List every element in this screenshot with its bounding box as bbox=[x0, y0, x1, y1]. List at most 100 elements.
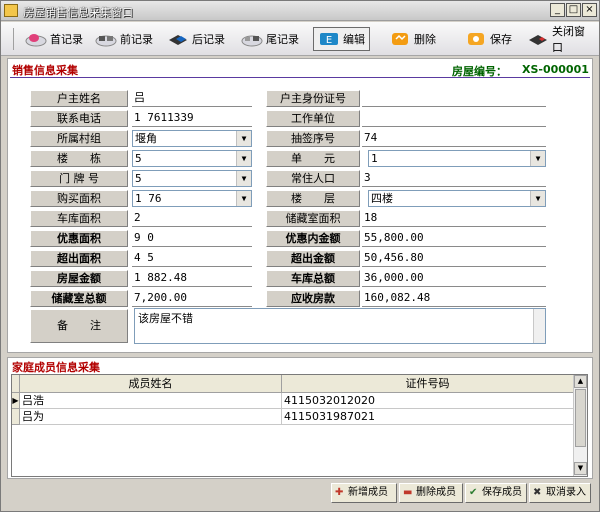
grid-scrollbar[interactable]: ▲ ▼ bbox=[573, 375, 587, 476]
area-select[interactable]: 1 76 ▼ bbox=[132, 190, 252, 207]
cancel-entry-button[interactable]: ✖ 取消录入 bbox=[529, 483, 591, 503]
member-name-cell[interactable]: 吕浩 bbox=[20, 393, 282, 409]
owner-id-field[interactable] bbox=[362, 90, 546, 107]
row-indicator bbox=[12, 409, 20, 425]
chevron-down-icon[interactable]: ▼ bbox=[530, 191, 545, 206]
add-member-button[interactable]: ✚ 新增成员 bbox=[331, 483, 397, 503]
sales-info-title: 销售信息采集 bbox=[12, 64, 78, 77]
storage-total-field[interactable]: 7,200.00 bbox=[132, 290, 252, 307]
building-value: 5 bbox=[135, 152, 142, 165]
last-record-icon bbox=[241, 31, 263, 47]
window-title: 房屋销售信息采集窗口 bbox=[23, 6, 133, 19]
chevron-down-icon[interactable]: ▼ bbox=[236, 131, 251, 146]
delete-button[interactable]: 删除 bbox=[385, 27, 440, 51]
id-number-cell[interactable]: 4115032012020 bbox=[282, 393, 574, 409]
building-label: 楼 栋 bbox=[30, 150, 128, 167]
unit-label: 单 元 bbox=[266, 150, 360, 167]
member-name-cell[interactable]: 吕为 bbox=[20, 409, 282, 425]
house-amount-field[interactable]: 1 882.48 bbox=[132, 270, 252, 287]
svg-text:E: E bbox=[326, 35, 332, 46]
chevron-down-icon[interactable]: ▼ bbox=[236, 191, 251, 206]
chevron-down-icon[interactable]: ▼ bbox=[236, 151, 251, 166]
maximize-button[interactable]: □ bbox=[566, 3, 581, 17]
bottom-button-bar: ✚ 新增成员 ▬ 删除成员 ✔ 保存成员 ✖ 取消录入 bbox=[1, 481, 599, 511]
table-row[interactable]: ▶ 吕浩 4115032012020 bbox=[12, 393, 574, 409]
close-button[interactable]: × bbox=[582, 3, 597, 17]
area-value: 1 76 bbox=[135, 192, 162, 205]
first-record-button[interactable]: 首记录 bbox=[21, 27, 87, 51]
receivable-field[interactable]: 160,082.48 bbox=[362, 290, 546, 307]
prev-record-icon bbox=[95, 31, 117, 47]
garage-area-field[interactable]: 2 bbox=[132, 210, 252, 227]
sales-info-panel: 销售信息采集 房屋编号： XS-000001 户主姓名 吕 户主身份证号 联系电… bbox=[7, 58, 593, 353]
excess-amount-label: 超出金额 bbox=[266, 250, 360, 267]
close-window-icon bbox=[527, 31, 549, 47]
unit-select[interactable]: 1 ▼ bbox=[368, 150, 546, 167]
scroll-up-icon[interactable]: ▲ bbox=[574, 375, 587, 388]
plus-icon: ✚ bbox=[335, 487, 344, 498]
garage-total-field[interactable]: 36,000.00 bbox=[362, 270, 546, 287]
owner-id-label: 户主身份证号 bbox=[266, 90, 360, 107]
first-record-icon bbox=[25, 31, 47, 47]
col-header-id-number[interactable]: 证件号码 bbox=[282, 375, 574, 393]
building-select[interactable]: 5 ▼ bbox=[132, 150, 252, 167]
edit-icon: E bbox=[318, 31, 340, 47]
scroll-thumb[interactable] bbox=[575, 389, 586, 447]
area-label: 购买面积 bbox=[30, 190, 128, 207]
prev-record-label: 前记录 bbox=[120, 33, 153, 46]
discount-area-label: 优惠面积 bbox=[30, 230, 128, 247]
delete-member-button[interactable]: ▬ 删除成员 bbox=[399, 483, 463, 503]
remark-scrollbar[interactable] bbox=[533, 309, 545, 343]
minimize-button[interactable]: _ bbox=[550, 3, 565, 17]
owner-name-field[interactable]: 吕 bbox=[132, 90, 252, 107]
lottery-no-field[interactable]: 74 bbox=[362, 130, 546, 147]
edit-button[interactable]: E 编辑 bbox=[313, 27, 370, 51]
storage-area-field[interactable]: 18 bbox=[362, 210, 546, 227]
discount-amount-field[interactable]: 55,800.00 bbox=[362, 230, 546, 247]
save-icon bbox=[465, 31, 487, 47]
scroll-down-icon[interactable]: ▼ bbox=[574, 462, 587, 475]
village-value: 堰角 bbox=[135, 132, 157, 145]
delete-label: 删除 bbox=[414, 33, 436, 46]
garage-area-label: 车库面积 bbox=[30, 210, 128, 227]
village-select[interactable]: 堰角 ▼ bbox=[132, 130, 252, 147]
cross-icon: ✖ bbox=[533, 487, 542, 498]
work-unit-field[interactable] bbox=[362, 110, 546, 127]
save-member-button[interactable]: ✔ 保存成员 bbox=[465, 483, 527, 503]
lottery-no-label: 抽签序号 bbox=[266, 130, 360, 147]
phone-label: 联系电话 bbox=[30, 110, 128, 127]
owner-name-label: 户主姓名 bbox=[30, 90, 128, 107]
discount-area-field[interactable]: 9 0 bbox=[132, 230, 252, 247]
id-number-cell[interactable]: 4115031987021 bbox=[282, 409, 574, 425]
garage-total-label: 车库总额 bbox=[266, 270, 360, 287]
current-row-indicator: ▶ bbox=[12, 393, 20, 409]
receivable-label: 应收房款 bbox=[266, 290, 360, 307]
col-header-member-name[interactable]: 成员姓名 bbox=[20, 375, 282, 393]
excess-area-field[interactable]: 4 5 bbox=[132, 250, 252, 267]
storage-total-label: 储藏室总额 bbox=[30, 290, 128, 307]
storage-area-label: 储藏室面积 bbox=[266, 210, 360, 227]
family-panel: 家庭成员信息采集 成员姓名 证件号码 ▶ 吕浩 4115032012020 吕为… bbox=[7, 357, 593, 479]
floor-select[interactable]: 四楼 ▼ bbox=[368, 190, 546, 207]
residents-field[interactable]: 3 bbox=[362, 170, 546, 187]
door-no-select[interactable]: 5 ▼ bbox=[132, 170, 252, 187]
last-record-button[interactable]: 尾记录 bbox=[237, 27, 303, 51]
cancel-entry-label: 取消录入 bbox=[546, 487, 586, 498]
chevron-down-icon[interactable]: ▼ bbox=[530, 151, 545, 166]
remark-label: 备 注 bbox=[30, 309, 128, 343]
close-window-button[interactable]: 关闭窗口 bbox=[523, 25, 599, 54]
family-section-title: 家庭成员信息采集 bbox=[12, 361, 100, 374]
phone-field[interactable]: 1 7611339 bbox=[132, 110, 252, 127]
grid-corner bbox=[12, 375, 20, 393]
prev-record-button[interactable]: 前记录 bbox=[91, 27, 157, 51]
house-icon bbox=[4, 4, 18, 17]
table-row[interactable]: 吕为 4115031987021 bbox=[12, 409, 574, 425]
chevron-down-icon[interactable]: ▼ bbox=[236, 171, 251, 186]
door-no-value: 5 bbox=[135, 172, 142, 185]
family-grid[interactable]: 成员姓名 证件号码 ▶ 吕浩 4115032012020 吕为 41150319… bbox=[11, 374, 588, 477]
edit-label: 编辑 bbox=[343, 33, 365, 46]
next-record-button[interactable]: 后记录 bbox=[163, 27, 229, 51]
remark-textarea[interactable]: 该房屋不错 bbox=[134, 308, 546, 344]
excess-amount-field[interactable]: 50,456.80 bbox=[362, 250, 546, 267]
save-button[interactable]: 保存 bbox=[461, 27, 516, 51]
